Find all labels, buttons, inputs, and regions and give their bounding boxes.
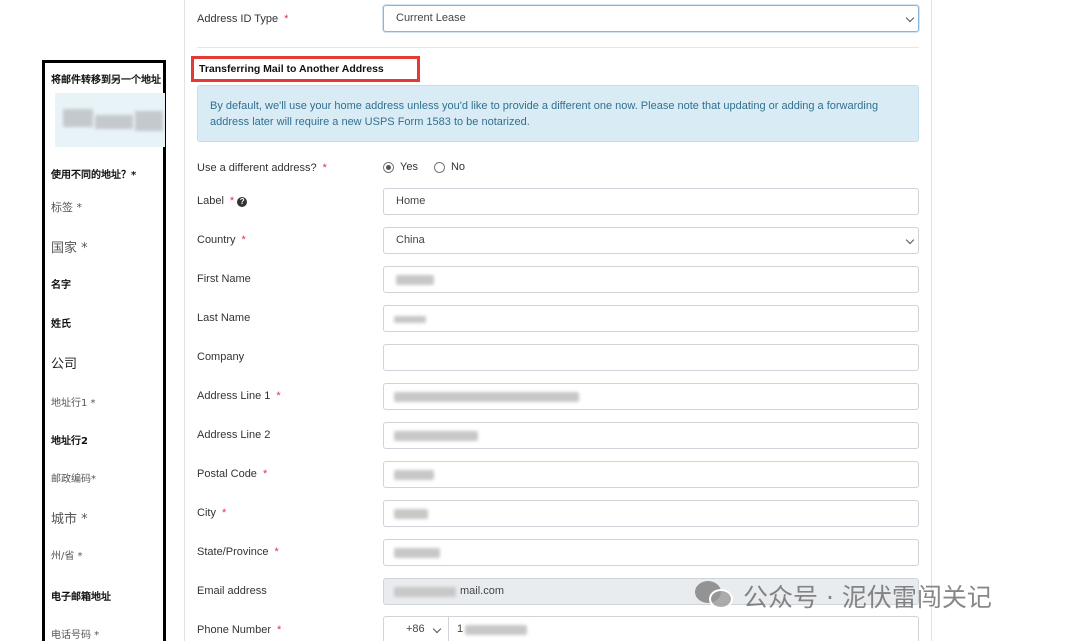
- annotation-title: 将邮件转移到另一个地址: [51, 75, 161, 86]
- state-province-input[interactable]: [383, 539, 919, 566]
- help-icon[interactable]: ?: [237, 197, 248, 207]
- annotation-label: 使用不同的地址？*: [51, 170, 137, 181]
- wechat-logo-icon: [695, 579, 735, 613]
- info-alert: By default, we'll use your home address …: [197, 85, 919, 142]
- label-field-label: Label *?: [197, 195, 248, 207]
- address-line-2-input[interactable]: [383, 422, 919, 449]
- annotation-label: 地址行1 *: [51, 398, 96, 409]
- redacted-value: [394, 587, 456, 597]
- company-label: Company: [197, 351, 245, 363]
- annotation-label: 电话号码 *: [51, 630, 100, 641]
- address-line-1-input[interactable]: [383, 383, 919, 410]
- annotation-label: 国家 *: [51, 241, 88, 256]
- country-select[interactable]: China: [383, 227, 919, 254]
- redacted-value: [394, 431, 478, 441]
- state-province-label: State/Province *: [197, 546, 279, 558]
- annotation-label: 公司: [51, 357, 78, 372]
- redacted-value: [394, 470, 434, 480]
- postal-code-input[interactable]: [383, 461, 919, 488]
- phone-number-input[interactable]: 1: [448, 616, 919, 641]
- label-input[interactable]: Home: [383, 188, 919, 215]
- watermark-text: 公众号 · 泥伏雷闯关记: [743, 583, 992, 612]
- redacted-value: [394, 316, 426, 323]
- address-id-type-select[interactable]: Current Lease: [383, 5, 919, 32]
- first-name-label: First Name: [197, 273, 251, 285]
- annotation-label: 姓氏: [51, 319, 71, 330]
- annotation-label: 电子邮箱地址: [51, 592, 111, 603]
- city-label: City *: [197, 507, 227, 519]
- last-name-input[interactable]: [383, 305, 919, 332]
- address-line-1-label: Address Line 1 *: [197, 390, 281, 402]
- email-label: Email address: [197, 585, 267, 597]
- annotation-label: 州/省 *: [51, 551, 83, 562]
- redacted-value: [394, 548, 440, 558]
- radio-yes-label[interactable]: Yes: [400, 161, 418, 173]
- address-id-type-label: Address ID Type *: [197, 13, 289, 25]
- redacted-value: [396, 275, 434, 285]
- section-divider: [197, 47, 919, 48]
- redacted-value: [465, 625, 527, 635]
- annotation-label: 地址行2: [51, 436, 88, 447]
- phone-country-code-select[interactable]: +86: [383, 616, 449, 641]
- address-line-2-label: Address Line 2: [197, 429, 271, 441]
- country-label: Country *: [197, 234, 246, 246]
- section-title: Transferring Mail to Another Address: [191, 56, 420, 82]
- annotation-label: 名字: [51, 280, 71, 291]
- postal-code-label: Postal Code *: [197, 468, 268, 480]
- city-input[interactable]: [383, 500, 919, 527]
- company-input[interactable]: [383, 344, 919, 371]
- email-domain: mail.com: [460, 585, 505, 597]
- last-name-label: Last Name: [197, 312, 251, 324]
- redacted-value: [394, 392, 579, 402]
- annotation-label: 城市 *: [51, 512, 88, 527]
- annotation-column: 将邮件转移到另一个地址 使用不同的地址？* 标签 * 国家 * 名字姓氏公司地址行1 …: [42, 60, 166, 641]
- phone-label: Phone Number *: [197, 624, 282, 636]
- first-name-input[interactable]: [383, 266, 919, 293]
- radio-no-label[interactable]: No: [451, 161, 465, 173]
- annotation-label: 邮政编码*: [51, 474, 96, 485]
- annotation-blurred-address: [55, 93, 165, 147]
- radio-yes[interactable]: [383, 161, 394, 173]
- form-panel: Address ID Type * Current Lease Transferr…: [184, 0, 932, 641]
- watermark: 公众号 · 泥伏雷闯关记: [695, 578, 992, 614]
- use-different-address-label: Use a different address? *: [197, 162, 327, 174]
- redacted-value: [394, 509, 428, 519]
- annotation-label: 标签 *: [51, 201, 82, 214]
- radio-no[interactable]: [433, 161, 445, 173]
- use-different-address-radio-group: Yes No: [383, 161, 475, 173]
